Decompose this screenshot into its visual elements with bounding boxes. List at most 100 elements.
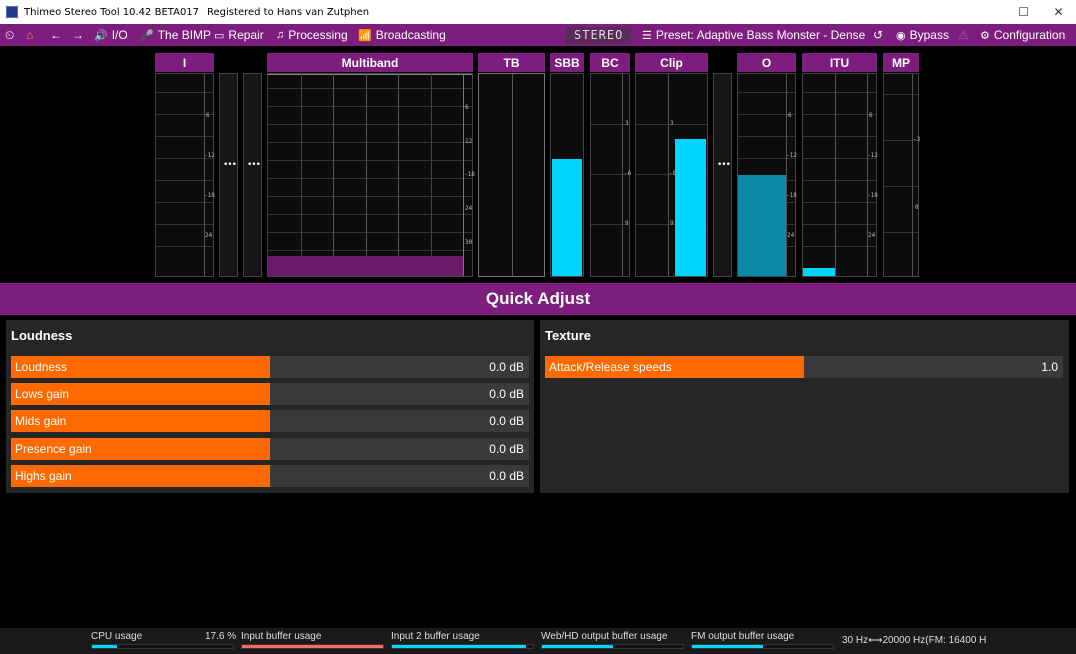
- itu-level-bar: [803, 267, 835, 276]
- tick-label: 6: [206, 112, 210, 119]
- speaker-icon: 🔊: [94, 29, 108, 42]
- broadcasting-menu[interactable]: 📶 Broadcasting: [358, 24, 446, 46]
- meter-header-tb[interactable]: TB: [478, 53, 545, 72]
- frequency-range: 30 Hz⟷20000 Hz(FM: 16400 H: [842, 635, 987, 646]
- home-icon[interactable]: ⌂: [26, 24, 33, 46]
- tick-label: -3: [913, 136, 921, 143]
- texture-panel: Texture Attack/Release speeds 1.0: [540, 320, 1069, 493]
- highs-gain-slider[interactable]: Highs gain 0.0 dB: [11, 465, 529, 487]
- webhd-buffer-bar: [541, 644, 684, 649]
- tick-label: 6: [869, 112, 873, 119]
- title-bar: Thimeo Stereo Tool 10.42 BETA017 Registe…: [0, 0, 1076, 24]
- antenna-icon: 📶: [358, 29, 372, 42]
- more-dots[interactable]: •••: [717, 160, 731, 170]
- tick-label: -12: [867, 152, 878, 159]
- close-button[interactable]: ✕: [1041, 0, 1076, 24]
- meter-header-sbb[interactable]: SBB: [550, 53, 584, 72]
- mids-gain-slider[interactable]: Mids gain 0.0 dB: [11, 410, 529, 432]
- more-dots[interactable]: •••: [247, 160, 261, 170]
- attack-release-slider[interactable]: Attack/Release speeds 1.0: [545, 356, 1063, 378]
- forward-arrow-icon[interactable]: →: [72, 24, 84, 46]
- bypass-button[interactable]: ◉ Bypass: [896, 24, 949, 46]
- tick-label: 3: [625, 120, 629, 127]
- gear-icon: ⚙: [980, 29, 990, 42]
- loudness-slider[interactable]: Loudness 0.0 dB: [11, 356, 529, 378]
- slider-label: Highs gain: [15, 469, 72, 483]
- repair-icon: ▭: [214, 29, 225, 42]
- meter-header-mp[interactable]: MP: [883, 53, 919, 72]
- tick-label: 9: [670, 220, 674, 227]
- meter-header-clip[interactable]: Clip: [635, 53, 708, 72]
- meter-slot-c: •••: [713, 73, 732, 277]
- tick-label: -18: [786, 192, 797, 199]
- tick-label: -12: [204, 152, 215, 159]
- meters-area: I 6 -12 -18 24 ••• ••• Multiband 6 12 -1…: [0, 46, 1076, 282]
- stereo-indicator[interactable]: STEREO: [566, 24, 632, 46]
- meter-header-o[interactable]: O: [737, 53, 796, 72]
- sbb-level-bar: [552, 158, 582, 276]
- fm-buffer-bar: [691, 644, 834, 649]
- loudness-panel: Loudness Loudness 0.0 dB Lows gain 0.0 d…: [6, 320, 534, 493]
- meter-itu: 6 -12 -18 24: [802, 73, 878, 277]
- stereo-label: STEREO: [566, 26, 632, 44]
- tick-label: -18: [867, 192, 878, 199]
- meter-bc: 3 -6 9: [590, 73, 631, 277]
- processing-label: Processing: [288, 28, 348, 42]
- main-toolbar: ⏲ ⌂ ← → 🔊 I/O 🎤 The BIMP ▭ Repair ♫ Processi…: [0, 24, 1076, 46]
- slider-label: Lows gain: [15, 387, 70, 401]
- input-buffer-label: Input buffer usage: [241, 631, 322, 642]
- configuration-menu[interactable]: ⚙ Configuration: [980, 24, 1065, 46]
- maximize-button[interactable]: ☐: [1006, 0, 1041, 24]
- undo-icon[interactable]: ↺: [873, 24, 883, 46]
- preset-selector[interactable]: ☰ Preset: Adaptive Bass Monster - Dense: [642, 24, 865, 46]
- bypass-label: Bypass: [909, 28, 949, 42]
- checklist-icon: ☰: [642, 29, 652, 42]
- preset-label: Preset: Adaptive Bass Monster - Dense: [655, 28, 866, 42]
- bimp-menu[interactable]: 🎤 The BIMP: [140, 24, 211, 46]
- tick-label: 0: [915, 204, 919, 211]
- slider-value: 0.0 dB: [489, 414, 524, 428]
- meter-tb: [478, 73, 545, 277]
- meter-o: 6 -12 -18 24: [737, 73, 797, 277]
- input-buffer-bar: [241, 644, 384, 649]
- slider-value: 1.0: [1041, 360, 1058, 374]
- configuration-label: Configuration: [993, 28, 1066, 42]
- microphone-icon: 🎤: [140, 29, 154, 42]
- bimp-label: The BIMP: [157, 28, 212, 42]
- meter-header-itu[interactable]: ITU: [802, 53, 877, 72]
- tick-label: 12: [465, 138, 473, 145]
- more-dots[interactable]: •••: [223, 160, 237, 170]
- clip-level-bar: [675, 138, 706, 276]
- repair-label: Repair: [228, 28, 264, 42]
- slider-value: 0.0 dB: [489, 387, 524, 401]
- meter-multiband: 6 12 -18 24 30: [267, 73, 475, 277]
- processing-menu[interactable]: ♫ Processing: [276, 24, 348, 46]
- tick-label: 30: [465, 239, 473, 246]
- io-label: I/O: [111, 28, 128, 42]
- meter-i: 6 -12 -18 24: [155, 73, 215, 277]
- repair-menu[interactable]: ▭ Repair: [214, 24, 264, 46]
- gauge-icon[interactable]: ⏲: [5, 24, 14, 46]
- window-title: Thimeo Stereo Tool 10.42 BETA017: [24, 6, 200, 18]
- input2-buffer-label: Input 2 buffer usage: [391, 631, 480, 642]
- presence-gain-slider[interactable]: Presence gain 0.0 dB: [11, 438, 529, 460]
- multiband-level-bar: [268, 255, 463, 276]
- warning-icon[interactable]: ⚠: [958, 24, 969, 46]
- meter-sbb: [550, 73, 584, 277]
- io-menu[interactable]: 🔊 I/O: [94, 24, 128, 46]
- meter-header-i[interactable]: I: [155, 53, 214, 72]
- meter-clip: 3 -6 9: [635, 73, 708, 277]
- lows-gain-slider[interactable]: Lows gain 0.0 dB: [11, 383, 529, 405]
- meter-header-multiband[interactable]: Multiband: [267, 53, 473, 72]
- quick-adjust-header: Quick Adjust: [0, 283, 1076, 315]
- slider-label: Loudness: [15, 360, 68, 374]
- tick-label: 6: [465, 104, 469, 111]
- back-arrow-icon[interactable]: ←: [50, 24, 62, 46]
- fm-buffer-label: FM output buffer usage: [691, 631, 795, 642]
- cpu-usage-bar: [91, 644, 234, 649]
- meter-header-bc[interactable]: BC: [590, 53, 630, 72]
- slider-label: Mids gain: [15, 414, 67, 428]
- broadcasting-label: Broadcasting: [375, 28, 446, 42]
- status-bar: CPU usage 17.6 % Input buffer usage Inpu…: [0, 628, 1076, 654]
- meter-slot-b: •••: [243, 73, 262, 277]
